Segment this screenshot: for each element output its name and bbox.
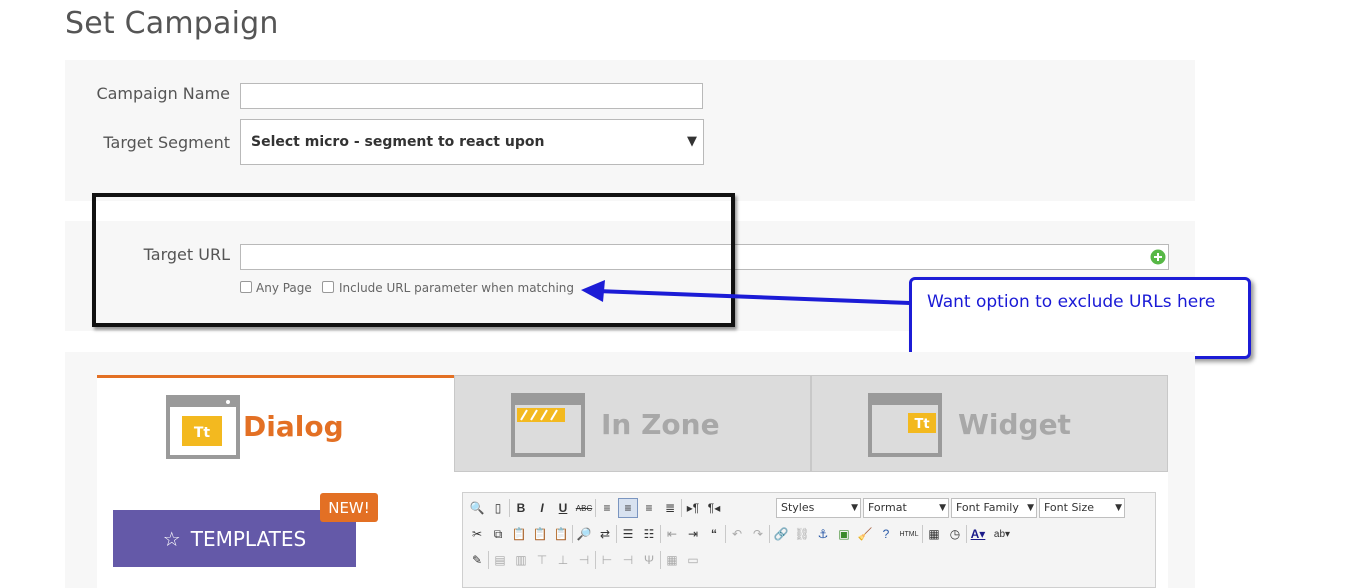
font-family-dropdown[interactable]: Font Family ▼ (951, 498, 1037, 518)
insert-date-icon[interactable]: ▦ (924, 524, 944, 544)
background-color-icon[interactable]: ab▾ (989, 524, 1015, 544)
numbered-list-icon[interactable]: ☷ (639, 524, 659, 544)
dialog-icon: Tt (166, 395, 240, 459)
format-dropdown[interactable]: Format ▼ (863, 498, 949, 518)
preview-icon[interactable]: 🔍 (467, 498, 487, 518)
page-title: Set Campaign (65, 6, 279, 41)
align-left-icon[interactable]: ≡ (597, 498, 617, 518)
target-segment-value: Select micro - segment to react upon (251, 134, 545, 150)
row-before-icon[interactable]: ⊤ (532, 550, 552, 570)
bullet-list-icon[interactable]: ☰ (618, 524, 638, 544)
rtl-icon[interactable]: ¶◂ (704, 498, 724, 518)
text-color-icon[interactable]: A▾ (968, 524, 988, 544)
italic-icon[interactable]: I (532, 498, 552, 518)
edit-icon[interactable]: ✎ (467, 550, 487, 570)
html-source-icon[interactable]: HTML (897, 524, 921, 544)
anchor-icon[interactable]: ⚓ (813, 524, 833, 544)
outdent-icon[interactable]: ⇤ (662, 524, 682, 544)
replace-icon[interactable]: ⇄ (595, 524, 615, 544)
tab-widget[interactable]: Tt Widget (811, 375, 1168, 472)
styles-dropdown[interactable]: Styles ▼ (776, 498, 861, 518)
redo-icon[interactable]: ↷ (748, 524, 768, 544)
star-icon: ☆ (162, 526, 181, 551)
delete-col-icon[interactable]: Ψ (639, 550, 659, 570)
tab-in-zone-label: In Zone (601, 408, 720, 441)
copy-icon[interactable]: ⧉ (488, 524, 508, 544)
tab-widget-label: Widget (958, 408, 1071, 441)
image-icon[interactable]: ▣ (834, 524, 854, 544)
rich-text-editor: 🔍 ▯ B I U ABC ≡ ≡ ≡ ≣ ▸¶ ¶◂ Styles ▼ Form… (462, 492, 1156, 588)
align-justify-icon[interactable]: ≣ (660, 498, 680, 518)
table-icon[interactable]: ▤ (490, 550, 510, 570)
col-after-icon[interactable]: ⊣ (618, 550, 638, 570)
annotation-note: Want option to exclude URLs here (909, 277, 1251, 359)
col-before-icon[interactable]: ⊢ (597, 550, 617, 570)
dialog-icon-text: Tt (194, 425, 211, 441)
target-segment-label: Target Segment (103, 133, 230, 152)
toolbar-row-1: 🔍 ▯ B I U ABC ≡ ≡ ≡ ≣ ▸¶ ¶◂ (467, 497, 724, 519)
toolbar-row-3: ✎ ▤ ▥ ⊤ ⊥ ⊣ ⊢ ⊣ Ψ ▦ ▭ (467, 549, 703, 571)
add-url-icon[interactable] (1150, 249, 1166, 265)
toolbar-row-2: ✂ ⧉ 📋 📋 📋 🔎 ⇄ ☰ ☷ ⇤ ⇥ “ ↶ ↷ 🔗 ⛓ ⚓ ▣ 🧹 ? … (467, 523, 1015, 545)
new-page-icon[interactable]: ▯ (488, 498, 508, 518)
dropdown-arrow-icon: ▼ (687, 134, 697, 149)
target-segment-select[interactable]: Select micro - segment to react upon ▼ (240, 119, 704, 165)
split-cell-icon[interactable]: ▦ (662, 550, 682, 570)
annotation-arrow (581, 280, 911, 305)
align-right-icon[interactable]: ≡ (639, 498, 659, 518)
merge-cell-icon[interactable]: ▭ (683, 550, 703, 570)
cleanup-icon[interactable]: 🧹 (855, 524, 875, 544)
campaign-name-label: Campaign Name (96, 84, 230, 103)
widget-icon-text: Tt (914, 417, 929, 432)
ltr-icon[interactable]: ▸¶ (683, 498, 703, 518)
underline-icon[interactable]: U (553, 498, 573, 518)
paste-word-icon[interactable]: 📋 (551, 524, 571, 544)
font-size-dropdown[interactable]: Font Size ▼ (1039, 498, 1125, 518)
delete-row-icon[interactable]: ⊣ (574, 550, 594, 570)
templates-label: TEMPLATES (190, 526, 307, 551)
campaign-name-input[interactable] (240, 83, 703, 109)
insert-time-icon[interactable]: ◷ (945, 524, 965, 544)
paste-icon[interactable]: 📋 (509, 524, 529, 544)
table-cell-icon[interactable]: ▥ (511, 550, 531, 570)
help-icon[interactable]: ? (876, 524, 896, 544)
widget-icon: Tt (868, 393, 942, 457)
cut-icon[interactable]: ✂ (467, 524, 487, 544)
in-zone-icon (511, 393, 585, 457)
find-icon[interactable]: 🔎 (574, 524, 594, 544)
paste-text-icon[interactable]: 📋 (530, 524, 550, 544)
strikethrough-icon[interactable]: ABC (574, 498, 594, 518)
unlink-icon[interactable]: ⛓ (792, 524, 812, 544)
tab-in-zone[interactable]: In Zone (454, 375, 811, 472)
blockquote-icon[interactable]: “ (704, 524, 724, 544)
align-center-icon[interactable]: ≡ (618, 498, 638, 518)
tab-dialog-label: Dialog (243, 410, 344, 443)
tab-dialog[interactable]: Tt Dialog ☆ TEMPLATES NEW! (97, 375, 454, 588)
new-badge: NEW! (320, 493, 378, 522)
undo-icon[interactable]: ↶ (727, 524, 747, 544)
indent-icon[interactable]: ⇥ (683, 524, 703, 544)
link-icon[interactable]: 🔗 (771, 524, 791, 544)
bold-icon[interactable]: B (511, 498, 531, 518)
row-after-icon[interactable]: ⊥ (553, 550, 573, 570)
